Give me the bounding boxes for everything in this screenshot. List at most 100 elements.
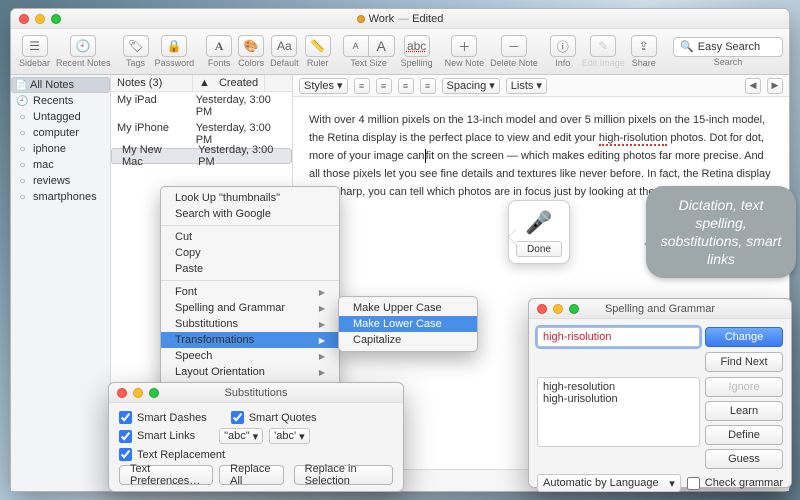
zoom-icon[interactable] bbox=[149, 388, 159, 398]
close-icon[interactable] bbox=[537, 304, 547, 314]
align-justify-button[interactable]: ≡ bbox=[420, 78, 436, 94]
spelling-word-input[interactable] bbox=[537, 327, 700, 347]
check-grammar-checkbox[interactable]: Check grammar bbox=[687, 477, 783, 490]
ctx-copy[interactable]: Copy bbox=[161, 245, 339, 261]
microphone-icon: 🎤 bbox=[525, 209, 553, 237]
info-button[interactable]: ⓘ bbox=[550, 35, 576, 57]
sidebar-item-recents[interactable]: 🕘Recents bbox=[11, 93, 110, 109]
ctx-font[interactable]: Font bbox=[161, 284, 339, 300]
clock-icon: 🕘 bbox=[17, 96, 28, 107]
password-button[interactable]: 🔒 bbox=[161, 35, 187, 57]
suggestion-item[interactable]: high-resolution bbox=[543, 381, 694, 393]
note-row[interactable]: My New MacYesterday, 3:00 PM bbox=[111, 148, 292, 164]
sidebar-item-smartphones[interactable]: ○smartphones bbox=[11, 189, 110, 205]
ctx-lookup[interactable]: Look Up "thumbnails" bbox=[161, 190, 339, 206]
minimize-icon[interactable] bbox=[553, 304, 563, 314]
spelling-error[interactable]: high-risolution bbox=[599, 132, 667, 146]
align-right-button[interactable]: ≡ bbox=[398, 78, 414, 94]
double-quote-select[interactable]: "abc"▾ bbox=[219, 428, 263, 444]
delete-note-button[interactable]: － bbox=[501, 35, 527, 57]
learn-button[interactable]: Learn bbox=[705, 401, 783, 421]
close-icon[interactable] bbox=[19, 14, 29, 24]
text-replacement-checkbox[interactable]: Text Replacement bbox=[119, 448, 225, 461]
spelling-button[interactable]: abc bbox=[404, 35, 430, 57]
minimize-icon[interactable] bbox=[133, 388, 143, 398]
define-button[interactable]: Define bbox=[705, 425, 783, 445]
close-icon[interactable] bbox=[117, 388, 127, 398]
search-input[interactable]: 🔍Easy Search bbox=[673, 37, 783, 57]
indent-button[interactable]: ▶ bbox=[767, 78, 783, 94]
align-left-button[interactable]: ≡ bbox=[354, 78, 370, 94]
edit-image-button[interactable]: ✎ bbox=[590, 35, 616, 57]
notes-icon: 📄 bbox=[16, 80, 27, 91]
sidebar-item-computer[interactable]: ○computer bbox=[11, 125, 110, 141]
default-button[interactable]: Aa bbox=[271, 35, 297, 57]
smart-dashes-checkbox[interactable]: Smart Dashes bbox=[119, 411, 207, 424]
zoom-icon[interactable] bbox=[51, 14, 61, 24]
toolbar: ☰Sidebar 🕘Recent Notes 🏷Tags 🔒Password A… bbox=[11, 29, 789, 75]
note-row[interactable]: My iPadYesterday, 3:00 PM bbox=[111, 92, 292, 120]
titlebar[interactable]: Work — Edited bbox=[11, 9, 789, 29]
outdent-button[interactable]: ◀ bbox=[745, 78, 761, 94]
spelling-panel: Spelling and Grammar Change Find Next hi… bbox=[528, 298, 792, 488]
zoom-icon[interactable] bbox=[569, 304, 579, 314]
ignore-button[interactable]: Ignore bbox=[705, 377, 783, 397]
find-next-button[interactable]: Find Next bbox=[705, 352, 783, 372]
tags-button[interactable]: 🏷 bbox=[123, 35, 149, 57]
note-list-header[interactable]: Notes (3)▲ Created bbox=[111, 75, 292, 92]
ctx-cut[interactable]: Cut bbox=[161, 229, 339, 245]
new-note-button[interactable]: ＋ bbox=[451, 35, 477, 57]
replace-in-selection-button[interactable]: Replace in Selection bbox=[294, 465, 393, 485]
sidebar-button[interactable]: ☰ bbox=[22, 35, 48, 57]
align-center-button[interactable]: ≡ bbox=[376, 78, 392, 94]
ctx-substitutions[interactable]: Substitutions bbox=[161, 316, 339, 332]
sidebar-item-reviews[interactable]: ○reviews bbox=[11, 173, 110, 189]
ruler-button[interactable]: 📏 bbox=[305, 35, 331, 57]
recent-notes-button[interactable]: 🕘 bbox=[70, 35, 96, 57]
suggestion-item[interactable]: high-urisolution bbox=[543, 393, 694, 405]
context-submenu: Make Upper Case Make Lower Case Capitali… bbox=[338, 296, 478, 352]
language-select[interactable]: Automatic by Language▾ bbox=[537, 474, 681, 492]
text-preferences-button[interactable]: Text Preferences… bbox=[119, 465, 213, 485]
fonts-button[interactable]: A bbox=[206, 35, 232, 57]
ctx-layout[interactable]: Layout Orientation bbox=[161, 364, 339, 380]
single-quote-select[interactable]: 'abc'▾ bbox=[269, 428, 309, 444]
smart-links-checkbox[interactable]: Smart Links bbox=[119, 428, 195, 444]
change-button[interactable]: Change bbox=[705, 327, 783, 347]
text-larger-button[interactable]: A bbox=[369, 35, 395, 57]
ctx-transformations[interactable]: Transformations bbox=[161, 332, 339, 348]
smart-quotes-checkbox[interactable]: Smart Quotes bbox=[231, 411, 317, 424]
tag-icon: ○ bbox=[17, 144, 28, 155]
sidebar-item-iphone[interactable]: ○iphone bbox=[11, 141, 110, 157]
search-icon: 🔍 bbox=[680, 40, 694, 53]
tag-icon: ○ bbox=[17, 112, 28, 123]
ctx-capitalize[interactable]: Capitalize bbox=[339, 332, 477, 348]
suggestions-list[interactable]: high-resolution high-urisolution bbox=[537, 377, 700, 447]
ctx-upper[interactable]: Make Upper Case bbox=[339, 300, 477, 316]
styles-select[interactable]: Styles▾ bbox=[299, 78, 348, 94]
sidebar: 📄All Notes 🕘Recents ○Untagged ○computer … bbox=[11, 75, 111, 491]
share-button[interactable]: ⇪ bbox=[631, 35, 657, 57]
ctx-google[interactable]: Search with Google bbox=[161, 206, 339, 222]
dictation-done-button[interactable]: Done bbox=[516, 241, 562, 257]
spacing-select[interactable]: Spacing▾ bbox=[442, 78, 500, 94]
tag-icon: ○ bbox=[17, 160, 28, 171]
guess-button[interactable]: Guess bbox=[705, 449, 783, 469]
document-icon bbox=[357, 15, 365, 23]
ctx-speech[interactable]: Speech bbox=[161, 348, 339, 364]
colors-button[interactable]: 🎨 bbox=[238, 35, 264, 57]
feature-callout: Dictation, text spelling, sobstitutions,… bbox=[646, 186, 796, 278]
ctx-paste[interactable]: Paste bbox=[161, 261, 339, 277]
tag-icon: ○ bbox=[17, 192, 28, 203]
minimize-icon[interactable] bbox=[35, 14, 45, 24]
replace-all-button[interactable]: Replace All bbox=[219, 465, 283, 485]
text-smaller-button[interactable]: A bbox=[343, 35, 369, 57]
sidebar-item-untagged[interactable]: ○Untagged bbox=[11, 109, 110, 125]
sidebar-item-all-notes[interactable]: 📄All Notes bbox=[11, 77, 110, 93]
lists-select[interactable]: Lists▾ bbox=[506, 78, 547, 94]
ctx-lower[interactable]: Make Lower Case bbox=[339, 316, 477, 332]
sidebar-item-mac[interactable]: ○mac bbox=[11, 157, 110, 173]
substitutions-panel: Substitutions Smart Dashes Smart Quotes … bbox=[108, 382, 404, 492]
tag-icon: ○ bbox=[17, 176, 28, 187]
ctx-spelling[interactable]: Spelling and Grammar bbox=[161, 300, 339, 316]
